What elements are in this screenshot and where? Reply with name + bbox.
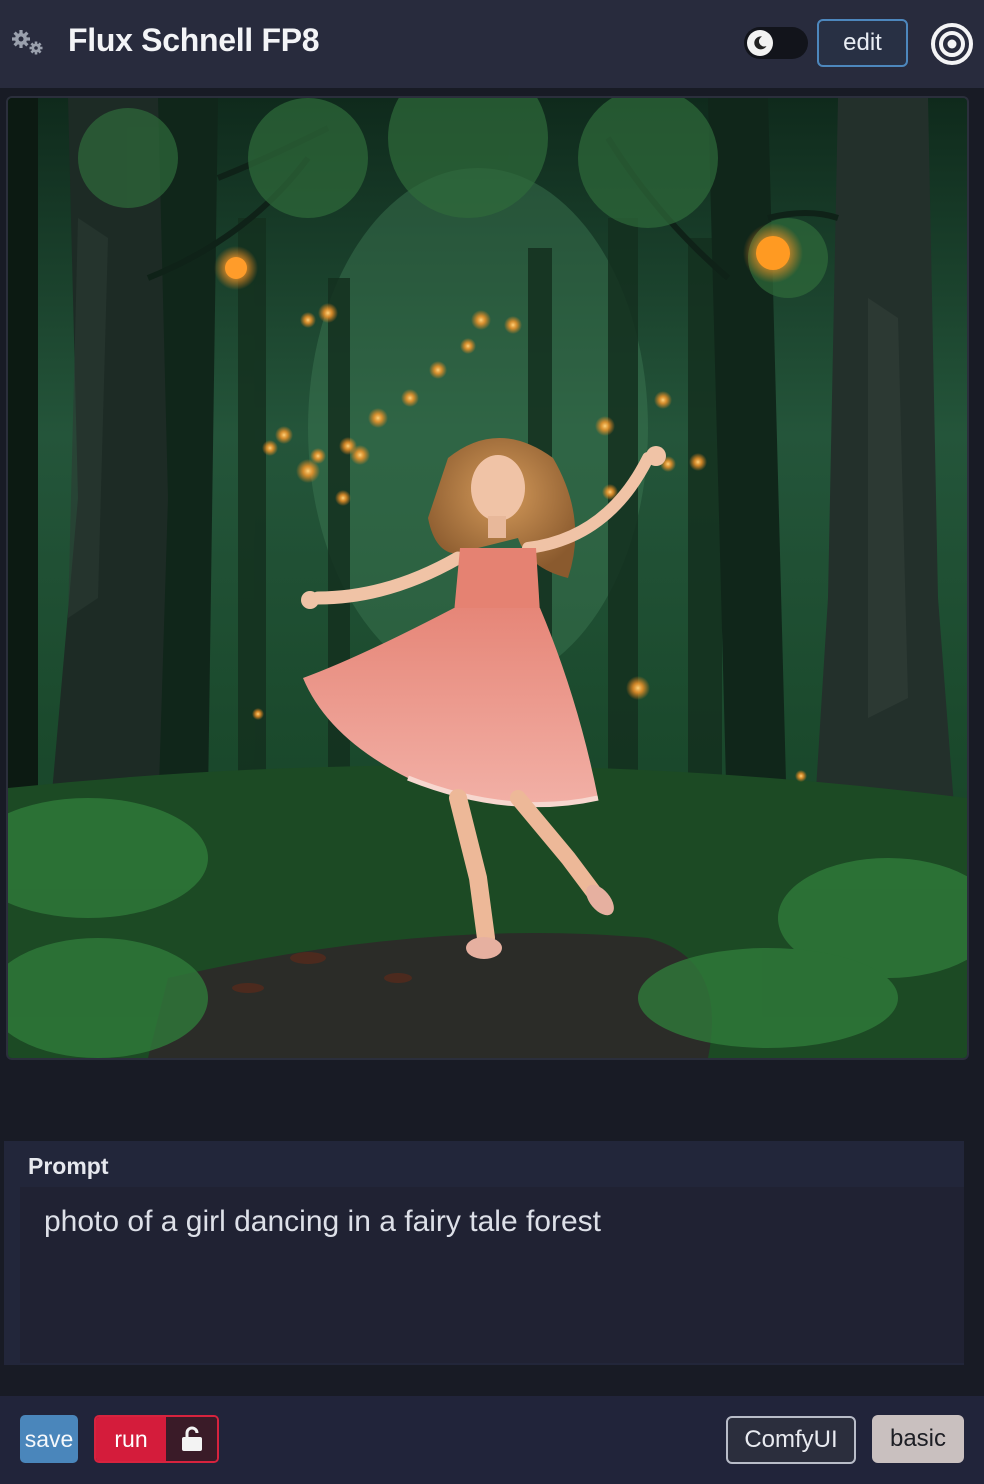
prompt-label: Prompt: [28, 1153, 109, 1179]
theme-toggle-knob: [747, 30, 773, 56]
generated-image[interactable]: [6, 96, 969, 1060]
forest-scene-image: [8, 98, 967, 1058]
theme-toggle[interactable]: [744, 27, 808, 59]
save-button[interactable]: save: [20, 1415, 78, 1463]
unlock-icon: [181, 1426, 202, 1451]
target-icon[interactable]: [930, 22, 974, 66]
app-title: Flux Schnell FP8: [68, 22, 320, 58]
app-header: Flux Schnell FP8 edit: [0, 0, 984, 88]
basic-button[interactable]: basic: [872, 1415, 964, 1463]
run-button[interactable]: run: [96, 1417, 166, 1461]
lock-toggle-button[interactable]: [166, 1417, 217, 1461]
moon-icon: [754, 36, 767, 50]
gears-icon[interactable]: [10, 28, 46, 58]
footer-toolbar: save run ComfyUI basic: [0, 1396, 984, 1484]
comfyui-button[interactable]: ComfyUI: [726, 1416, 856, 1464]
prompt-panel: Prompt: [4, 1141, 964, 1365]
prompt-input[interactable]: [20, 1187, 964, 1363]
run-button-group: run: [94, 1415, 219, 1463]
edit-button[interactable]: edit: [817, 19, 908, 67]
